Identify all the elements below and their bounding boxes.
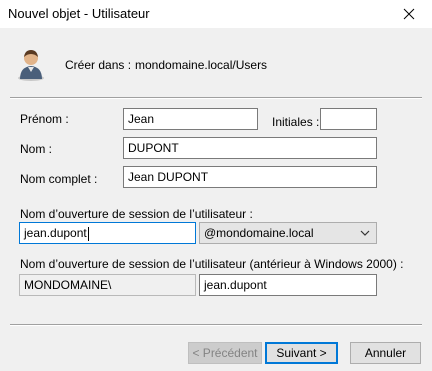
legacy-logon-field[interactable]: jean.dupont bbox=[199, 274, 377, 296]
last-name-label: Nom : bbox=[20, 142, 53, 156]
logon-field[interactable]: jean.dupont bbox=[19, 222, 196, 244]
next-button[interactable]: Suivant > bbox=[265, 342, 338, 364]
create-in-path: mondomaine.local/Users bbox=[135, 58, 268, 72]
full-name-label: Nom complet : bbox=[20, 172, 98, 186]
full-name-field[interactable]: Jean DUPONT bbox=[123, 166, 377, 188]
text-caret bbox=[87, 226, 89, 241]
first-name-label: Prénom : bbox=[20, 112, 69, 126]
footer-separator bbox=[10, 324, 422, 326]
domain-suffix-value: @mondomaine.local bbox=[204, 226, 314, 240]
back-button[interactable]: < Précédent bbox=[188, 342, 262, 364]
initials-field[interactable] bbox=[320, 108, 377, 130]
close-icon bbox=[403, 8, 415, 20]
close-button[interactable] bbox=[386, 0, 432, 28]
legacy-logon-label: Nom d’ouverture de session de l’utilisat… bbox=[20, 257, 404, 271]
header-separator bbox=[10, 97, 422, 99]
window-title: Nouvel objet - Utilisateur bbox=[8, 6, 150, 21]
logon-label: Nom d’ouverture de session de l’utilisat… bbox=[20, 207, 253, 221]
user-icon bbox=[18, 50, 44, 81]
domain-suffix-dropdown[interactable]: @mondomaine.local bbox=[199, 222, 377, 244]
title-bar: Nouvel objet - Utilisateur bbox=[0, 0, 432, 28]
chevron-down-icon bbox=[360, 230, 370, 236]
cancel-button[interactable]: Annuler bbox=[350, 342, 421, 364]
logon-value: jean.dupont bbox=[24, 226, 87, 240]
last-name-field[interactable]: DUPONT bbox=[123, 137, 377, 159]
initials-label: Initiales : bbox=[272, 115, 320, 129]
first-name-field[interactable]: Jean bbox=[123, 108, 258, 130]
legacy-domain-field: MONDOMAINE\ bbox=[19, 274, 196, 296]
create-in-label: Créer dans : bbox=[65, 58, 132, 72]
